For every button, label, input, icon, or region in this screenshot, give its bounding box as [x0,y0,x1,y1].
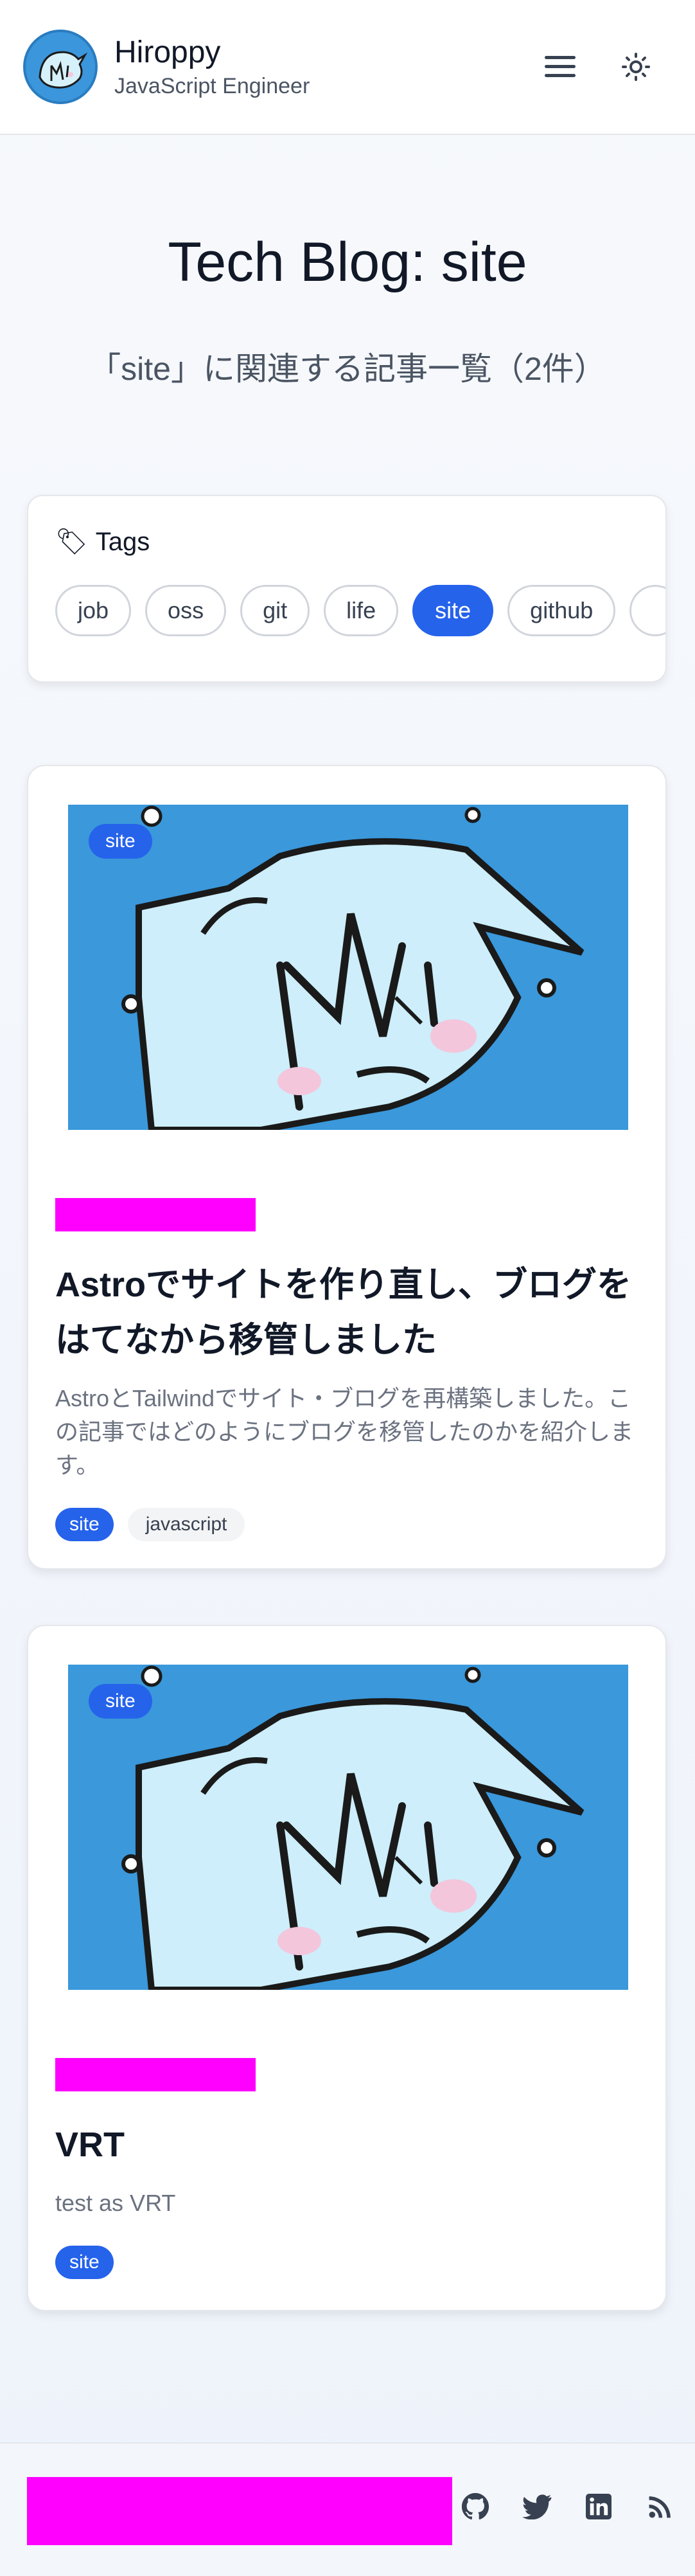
page: Hiroppy JavaScript Engineer Tech Blog: s… [0,0,695,2576]
brand-name[interactable]: Hiroppy [114,33,310,72]
post-title[interactable]: Astroでサイトを作り直し、ブログをはてなから移管しました [55,1257,638,1368]
post-thumbnail[interactable]: site [68,805,628,1130]
hero: Tech Blog: site 「site」に関連する記事一覧（2件） [0,135,695,388]
tags-heading: 🏷 Tags [55,526,638,558]
thumbnail-illustration-icon [68,1665,628,1990]
post-tag-site[interactable]: site [55,1508,114,1541]
github-link[interactable] [459,2490,492,2523]
thumbnail-illustration-icon [68,805,628,1130]
tag-job[interactable]: job [55,585,132,636]
tag-oss[interactable]: oss [145,585,227,636]
twitter-icon [522,2494,552,2519]
post-description: AstroとTailwindでサイト・ブログを再構築しました。この記事ではどのよ… [55,1385,634,1478]
header-actions [541,48,655,86]
post-tags: site [55,2246,638,2279]
tag-git[interactable]: git [240,585,310,636]
rss-icon [649,2496,671,2518]
tag-life[interactable]: life [324,585,399,636]
avatar-illustration-icon [26,32,95,102]
menu-button[interactable] [541,48,579,86]
post-tags: site javascript [55,1508,638,1541]
rss-link[interactable] [644,2490,677,2523]
brand-subtitle: JavaScript Engineer [114,74,310,98]
page-title: Tech Blog: site [168,231,527,293]
post-tag-javascript[interactable]: javascript [127,1508,245,1541]
post-description: test as VRT [55,2190,176,2216]
post-thumbnail[interactable]: site [68,1665,628,1990]
thumbnail-tag-badge: site [89,1684,152,1719]
avatar[interactable] [23,30,98,104]
brand: Hiroppy JavaScript Engineer [114,33,310,100]
tag-icon: 🏷 [55,528,88,556]
linkedin-icon [586,2494,611,2519]
sun-icon [622,53,650,81]
social-links [459,2490,677,2523]
thumbnail-tag-badge: site [89,824,152,859]
page-subtitle: 「site」に関連する記事一覧（2件） [89,351,606,387]
post-tag-site[interactable]: site [55,2246,114,2279]
tags-card: 🏷 Tags job oss git life site github [27,495,667,683]
site-header: Hiroppy JavaScript Engineer [0,0,695,135]
menu-icon [545,56,576,77]
tag-list: job oss git life site github [55,585,665,636]
site-footer [0,2442,695,2576]
tag-github[interactable]: github [507,585,616,636]
post-card[interactable]: site VRT test as VRT site [27,1625,667,2311]
linkedin-link[interactable] [582,2490,615,2523]
redacted-date [55,1198,256,1231]
twitter-link[interactable] [520,2490,554,2523]
github-icon [461,2492,489,2520]
tag-site[interactable]: site [412,585,494,636]
redacted-copyright [27,2477,452,2545]
post-title[interactable]: VRT [55,2117,638,2172]
theme-toggle-button[interactable] [617,48,655,86]
post-card[interactable]: site Astroでサイトを作り直し、ブログをはてなから移管しました Astr… [27,765,667,1570]
tag-more[interactable] [629,585,665,636]
tags-heading-label: Tags [95,528,150,556]
redacted-date [55,2058,256,2091]
